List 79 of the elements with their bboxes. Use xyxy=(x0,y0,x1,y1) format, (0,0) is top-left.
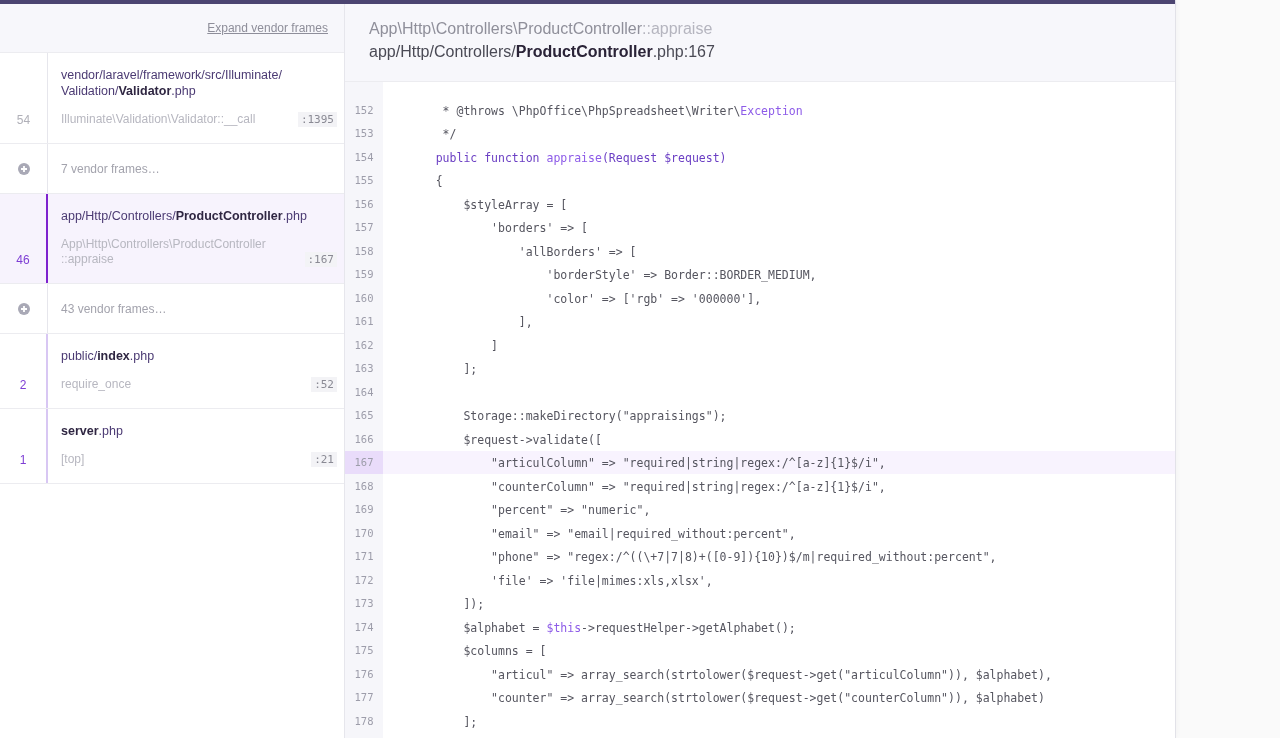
line-number: 157 xyxy=(354,221,374,234)
line-number: 159 xyxy=(354,268,374,281)
stack-frame[interactable]: 54 vendor/laravel/framework/src/Illuminate/Validation/Validator.php Illuminate\Validation\Validator::__call :1395 xyxy=(0,53,344,144)
frame-line-number: :167 xyxy=(304,252,337,267)
line-number: 161 xyxy=(354,315,374,328)
code-line: Storage::makeDirectory("appraisings"); xyxy=(462,409,727,424)
frame-line-number: :1395 xyxy=(297,112,337,127)
plus-circle-icon xyxy=(17,162,30,175)
line-number: 152 xyxy=(354,103,374,116)
line-number: 171 xyxy=(354,550,374,563)
line-number: 163 xyxy=(354,362,374,375)
code-line: 'borders' => [ xyxy=(490,221,588,236)
plus-circle-icon xyxy=(17,302,30,315)
frame-method: App\Http\Controllers\ProductController::appraise xyxy=(61,237,267,267)
code-line: public function appraise(Request $request) xyxy=(434,150,727,165)
code-line: ]; xyxy=(462,714,478,729)
code-line: 'file' => 'file|mimes:xls,xlsx', xyxy=(490,573,713,588)
frame-number: 46 xyxy=(16,253,30,267)
line-number: 153 xyxy=(354,127,374,140)
line-number: 176 xyxy=(354,667,374,680)
line-number: 168 xyxy=(354,479,374,492)
stack-frame[interactable]: 1 server.php [top] :21 xyxy=(0,409,344,484)
code-line: ] xyxy=(490,338,498,353)
frame-method: Illuminate\Validation\Validator::__call xyxy=(61,112,256,127)
vendor-frames-label: 7 vendor frames… xyxy=(61,161,160,176)
frame-line-number: :21 xyxy=(311,452,337,467)
code-line: * @throws \PhpOffice\PhpSpreadsheet\Writer\Exception xyxy=(441,103,803,118)
code-line: $alphabet = $this->requestHelper->getAlphabet(); xyxy=(462,620,796,635)
code-line: "counter" => array_search(strtolower($request->get("counterColumn")), $alphabet) xyxy=(490,691,1045,706)
line-number: 175 xyxy=(354,644,374,657)
line-number: 178 xyxy=(354,714,374,727)
frame-file-path: server.php xyxy=(61,423,124,439)
frame-method: require_once xyxy=(61,377,132,392)
line-number: 164 xyxy=(354,385,374,398)
stack-frame[interactable]: 46 app/Http/Controllers/ProductController.php App\Http\Controllers\ProductController::appraise :167 xyxy=(0,194,344,284)
line-number: 162 xyxy=(354,338,374,351)
code-line: "email" => "email|required_without:percent", xyxy=(490,526,796,541)
line-number: 172 xyxy=(354,573,374,586)
line-number: 155 xyxy=(354,174,374,187)
line-number: 154 xyxy=(354,150,374,163)
vendor-frames-label: 43 vendor frames… xyxy=(61,301,167,316)
code-line: 'color' => ['rgb' => '000000'], xyxy=(545,291,762,306)
code-line: ]; xyxy=(462,362,478,377)
code-line: "phone" => "regex:/^((\+7|7|8)+([0-9]){10})$/m|required_without:percent", xyxy=(490,550,997,565)
code-line: "articul" => array_search(strtolower($request->get("articulColumn")), $alphabet), xyxy=(490,667,1052,682)
code-line: */ xyxy=(441,127,457,142)
code-line: 'borderStyle' => Border::BORDER_MEDIUM, xyxy=(545,268,817,283)
frame-file-path: public/index.php xyxy=(61,348,156,364)
stack-frame[interactable]: 2 public/index.php require_once :52 xyxy=(0,334,344,409)
frame-line-number: :52 xyxy=(311,377,337,392)
line-number: 165 xyxy=(354,409,374,422)
code-line: $request->validate([ xyxy=(462,432,602,447)
code-line: ]); xyxy=(462,597,485,612)
code-line: "articulColumn" => "required|string|regex:/^[a-z]{1}$/i", xyxy=(490,456,886,471)
code-line: $columns = [ xyxy=(462,644,547,659)
line-number: 160 xyxy=(354,291,374,304)
line-number: 167 xyxy=(354,456,374,469)
frame-method: [top] xyxy=(61,452,85,467)
frame-number: 54 xyxy=(16,113,31,127)
frame-number: 1 xyxy=(19,453,27,467)
frame-function-title: App\Http\Controllers\ProductController::appraise xyxy=(369,20,714,38)
line-number: 170 xyxy=(354,526,374,539)
line-number: 158 xyxy=(354,244,374,257)
code-line: $styleArray = [ xyxy=(462,197,568,212)
code-line: 'allBorders' => [ xyxy=(517,244,637,259)
frame-number: 2 xyxy=(19,378,27,392)
line-number: 156 xyxy=(354,197,374,210)
frame-file-path: app/Http/Controllers/ProductController.php xyxy=(61,208,308,224)
code-line: "counterColumn" => "required|string|regex:/^[a-z]{1}$/i", xyxy=(490,479,886,494)
line-number: 173 xyxy=(354,597,374,610)
code-line: "percent" => "numeric", xyxy=(490,503,651,518)
line-number: 169 xyxy=(354,503,374,516)
frame-file-path: vendor/laravel/framework/src/Illuminate/Validation/Validator.php xyxy=(61,67,283,99)
code-line: { xyxy=(434,174,443,189)
frame-file-title: app/Http/Controllers/ProductController.php:167 xyxy=(369,43,716,61)
code-line: ], xyxy=(517,315,533,330)
line-number: 166 xyxy=(354,432,374,445)
line-number: 177 xyxy=(354,691,374,704)
line-number: 174 xyxy=(354,620,374,633)
